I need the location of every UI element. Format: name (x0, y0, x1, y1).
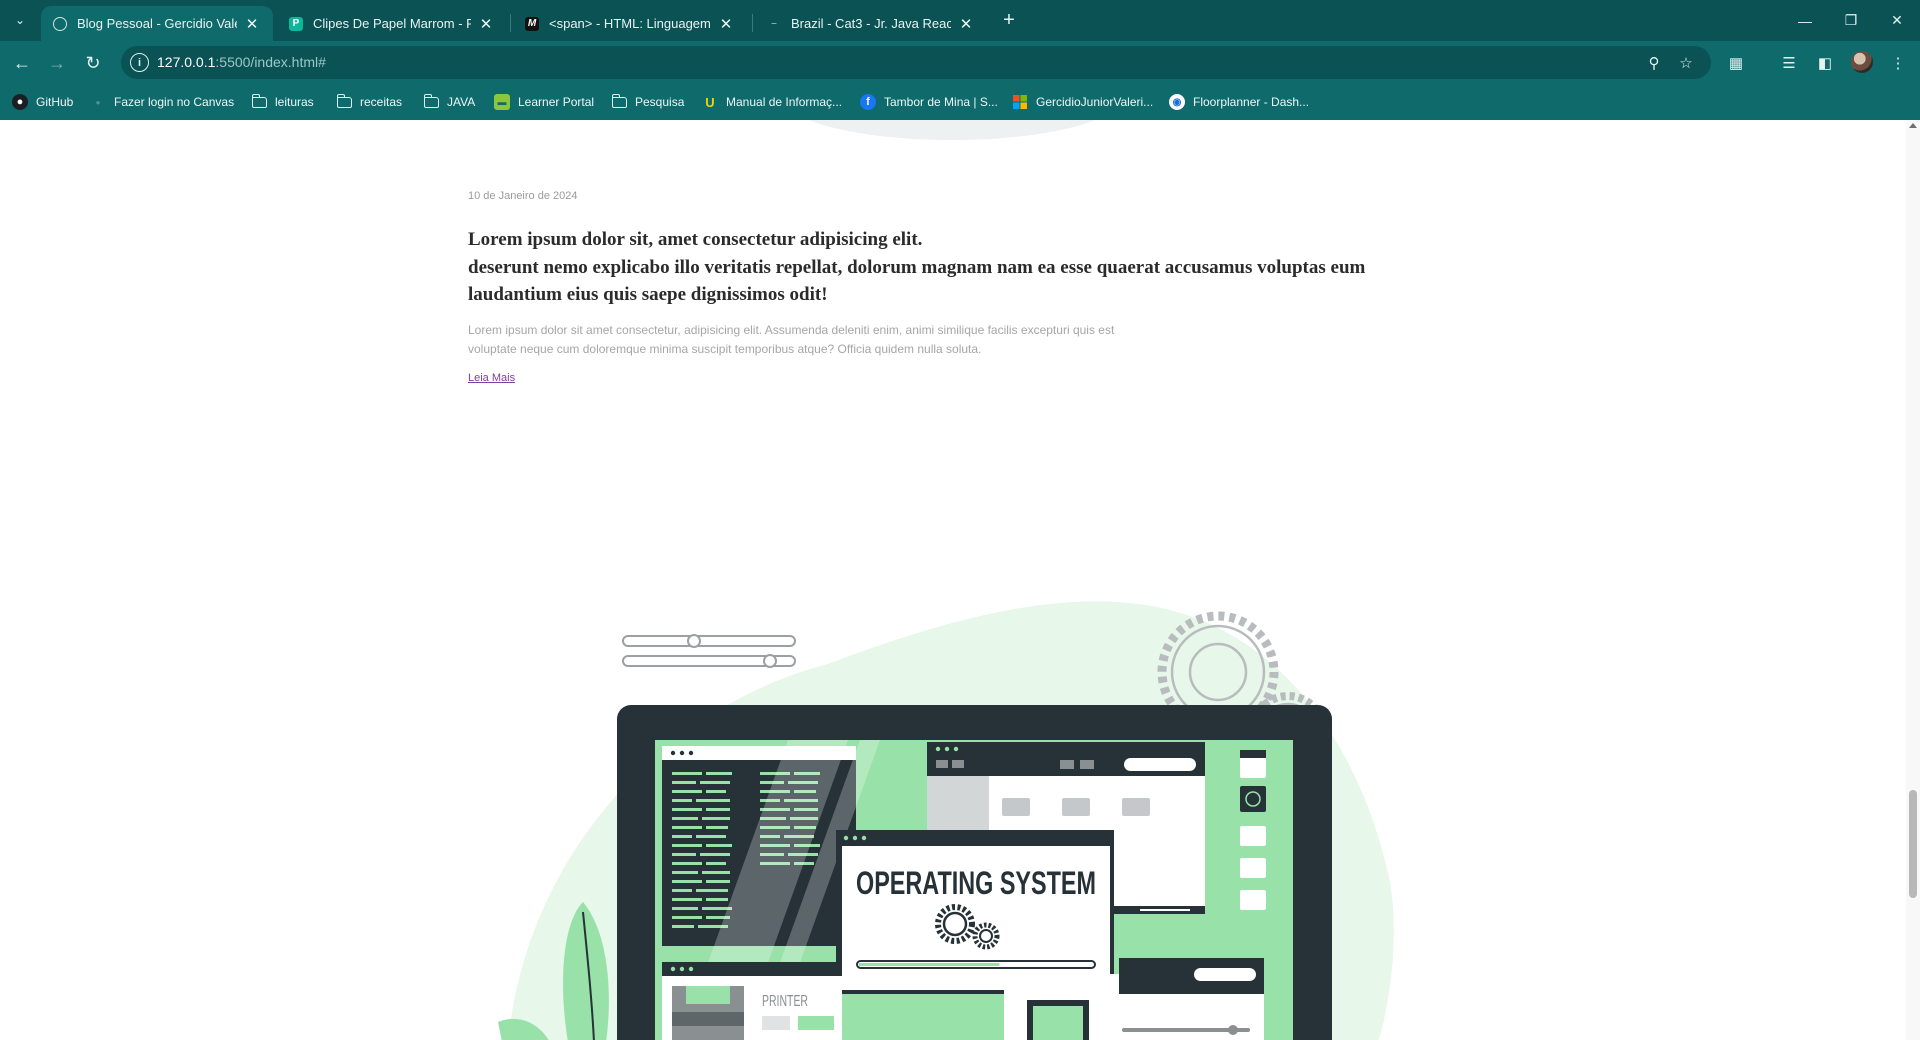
bookmark-gercidio[interactable]: GercidioJuniorValeri... (1012, 93, 1153, 111)
globe-icon (53, 16, 67, 31)
tab-title: Brazil - Cat3 - Jr. Java React Full (791, 16, 951, 31)
github-icon: ● (12, 94, 28, 110)
tab-brazil-cat3[interactable]: – Brazil - Cat3 - Jr. Java React Full ✕ (755, 6, 987, 41)
bookmark-learner-portal[interactable]: ▬ Learner Portal (494, 93, 594, 111)
bookmark-label: Tambor de Mina | S... (884, 95, 998, 109)
microsoft-icon (1012, 94, 1028, 110)
kebab-menu-icon[interactable]: ⋮ (1884, 49, 1912, 77)
bookmark-label: Learner Portal (518, 95, 595, 109)
bookmark-canvas[interactable]: ● Fazer login no Canvas (90, 93, 235, 111)
decorative-arc (787, 120, 1117, 140)
profile-avatar[interactable] (1851, 51, 1873, 73)
tab-blog-pessoal[interactable]: Blog Pessoal - Gercidio Valerian ✕ (41, 6, 273, 41)
os-progress-fill (859, 963, 1000, 966)
bookmarks-bar: ● GitHub ● Fazer login no Canvas leitura… (0, 84, 1920, 120)
extensions-icon[interactable]: ▦ (1722, 49, 1750, 77)
bookmark-star-icon[interactable]: ☆ (1674, 51, 1698, 75)
reload-icon[interactable]: ↻ (79, 49, 107, 77)
site-info-icon[interactable]: i (130, 53, 149, 72)
zoom-magnifier-icon[interactable]: ⚲ (1642, 51, 1666, 75)
bookmark-floorplanner[interactable]: ◉ Floorplanner - Dash... (1169, 93, 1309, 111)
bookmark-folder-pesquisa[interactable]: Pesquisa (611, 93, 685, 111)
u-icon: U (705, 94, 715, 110)
scroll-up-arrow-icon[interactable] (1909, 123, 1917, 128)
back-arrow-icon[interactable]: ← (8, 49, 36, 77)
forward-arrow-icon[interactable]: → (43, 49, 71, 77)
post-title-line-2: deserunt nemo explicabo illo veritatis r… (468, 256, 1366, 306)
tab-separator (510, 14, 511, 32)
bookmark-label: JAVA (447, 95, 476, 109)
bookmark-manual[interactable]: U Manual de Informaç... (702, 93, 842, 111)
bookmark-label: leituras (275, 95, 314, 109)
url-text[interactable]: 127.0.0.1:5500/index.html# (157, 54, 326, 70)
close-window-icon[interactable]: ✕ (1874, 0, 1920, 41)
address-bar[interactable]: i 127.0.0.1:5500/index.html# ⚲ ☆ (121, 46, 1711, 79)
tab-title: <span> - HTML: Linguagem de (549, 16, 711, 31)
bookmark-label: Fazer login no Canvas (114, 95, 235, 109)
page-scrollbar[interactable] (1906, 120, 1920, 1040)
tab-search-chevron-icon[interactable]: ⌄ (8, 8, 32, 32)
tab-separator (752, 14, 753, 32)
tab-title: Blog Pessoal - Gercidio Valerian (77, 16, 237, 31)
close-tab-icon[interactable]: ✕ (477, 15, 495, 33)
bookmark-label: GercidioJuniorValeri... (1036, 95, 1154, 109)
folder-icon (336, 93, 352, 108)
post-title-line-1: Lorem ipsum dolor sit, amet consectetur … (468, 229, 923, 250)
bookmark-label: GitHub (36, 95, 74, 109)
mdn-icon: M (525, 16, 539, 31)
minimize-icon[interactable]: — (1782, 0, 1828, 41)
browser-toolbar: ← → ↻ i 127.0.0.1:5500/index.html# ⚲ ☆ ▦… (0, 41, 1920, 84)
bookmark-label: Floorplanner - Dash... (1193, 95, 1310, 109)
scrollbar-thumb[interactable] (1909, 790, 1917, 898)
learner-icon: ▬ (494, 94, 510, 110)
tab-clipes[interactable]: P Clipes De Papel Marrom - Foto ✕ (277, 6, 507, 41)
floorplanner-icon: ◉ (1169, 94, 1185, 110)
side-panel-icon[interactable]: ◧ (1811, 49, 1839, 77)
folder-icon (423, 93, 439, 108)
close-tab-icon[interactable]: ✕ (957, 15, 975, 33)
close-tab-icon[interactable]: ✕ (717, 15, 735, 33)
tab-mdn-span[interactable]: M <span> - HTML: Linguagem de ✕ (513, 6, 747, 41)
post-title: Lorem ipsum dolor sit, amet consectetur … (468, 226, 1368, 309)
bookmark-folder-receitas[interactable]: receitas (336, 93, 403, 111)
read-more-link[interactable]: Leia Mais (468, 372, 515, 384)
close-tab-icon[interactable]: ✕ (243, 15, 261, 33)
bookmark-folder-java[interactable]: JAVA (423, 93, 476, 111)
post-date: 10 de Janeiro de 2024 (468, 190, 578, 202)
operating-system-illustration: OPERATING SYSTEM PRINTER (498, 601, 1394, 1040)
url-path: :5500/index.html# (215, 54, 326, 70)
tab-title: Clipes De Papel Marrom - Foto (313, 16, 471, 31)
url-host: 127.0.0.1 (157, 54, 216, 70)
bookmark-folder-leituras[interactable]: leituras (251, 93, 314, 111)
media-control-icon[interactable]: ☰ (1775, 49, 1803, 77)
restore-icon[interactable]: ❐ (1828, 0, 1874, 41)
folder-icon (611, 93, 627, 108)
bookmark-github[interactable]: ● GitHub (12, 93, 73, 111)
dot-icon: ● (95, 97, 101, 107)
bookmark-tambor-de-mina[interactable]: f Tambor de Mina | S... (860, 93, 998, 111)
os-dialog-title: OPERATING SYSTEM (856, 865, 1096, 901)
bookmark-label: Manual de Informaç... (726, 95, 843, 109)
folder-icon (251, 93, 267, 108)
bookmark-label: receitas (360, 95, 403, 109)
p-icon: P (289, 16, 303, 31)
bookmark-label: Pesquisa (635, 95, 685, 109)
facebook-icon: f (860, 94, 876, 110)
dash-icon: – (771, 18, 777, 29)
tab-strip: ⌄ Blog Pessoal - Gercidio Valerian ✕ P C… (0, 0, 1920, 41)
printer-label: PRINTER (762, 993, 808, 1010)
post-excerpt: Lorem ipsum dolor sit amet consectetur, … (468, 323, 1115, 356)
page-viewport: 10 de Janeiro de 2024 Lorem ipsum dolor … (0, 120, 1906, 1040)
new-tab-plus-icon[interactable]: + (997, 8, 1021, 32)
